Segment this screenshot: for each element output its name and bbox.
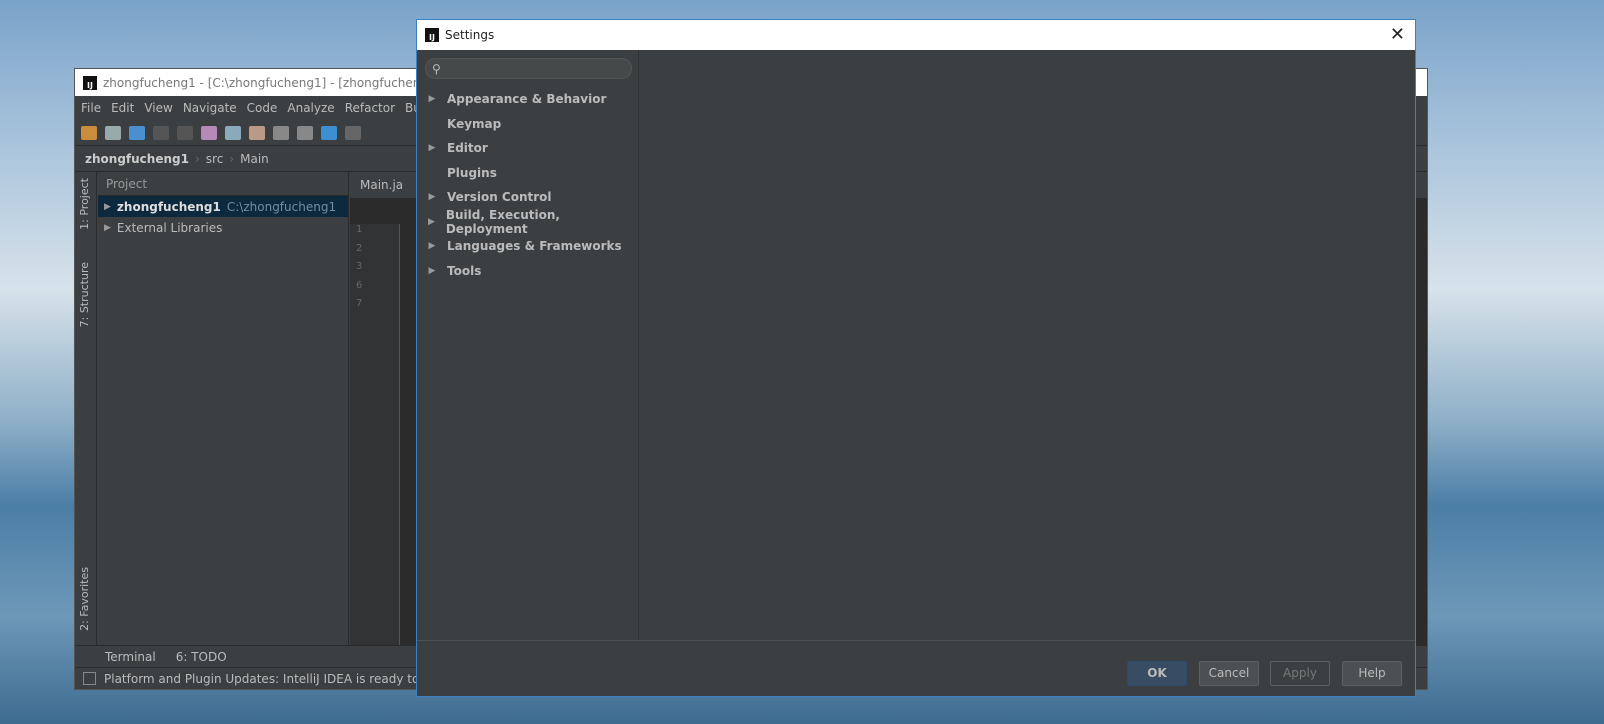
- settings-item-label: Editor: [447, 141, 488, 156]
- settings-item-label: Version Control: [447, 190, 552, 205]
- settings-item-label: Appearance & Behavior: [447, 92, 607, 107]
- tree-label: zhongfucheng1: [116, 199, 221, 214]
- intellij-logo-icon: IJ: [83, 75, 97, 90]
- settings-item-keymap[interactable]: Keymap: [417, 112, 638, 137]
- undo-icon[interactable]: [153, 125, 169, 140]
- apply-button[interactable]: Apply: [1270, 661, 1330, 686]
- tree-item-external-libraries[interactable]: ▶ External Libraries: [98, 217, 348, 238]
- expand-arrow-icon[interactable]: ▶: [417, 266, 447, 276]
- settings-item-editor[interactable]: ▶ Editor: [417, 136, 638, 161]
- settings-item-plugins[interactable]: Plugins: [417, 161, 638, 186]
- status-text[interactable]: Platform and Plugin Updates: IntelliJ ID…: [104, 672, 431, 686]
- line-number: 6: [356, 279, 363, 291]
- menu-file[interactable]: File: [81, 101, 101, 115]
- project-panel: Project ▶ zhongfucheng1 C:\zhongfucheng1 ▶…: [98, 172, 349, 645]
- menu-view[interactable]: View: [144, 101, 172, 115]
- replace-icon[interactable]: [297, 125, 313, 140]
- line-number: 1: [356, 224, 363, 235]
- settings-content: [640, 50, 1415, 640]
- tab-todo[interactable]: 6: TODO: [176, 650, 227, 664]
- menu-edit[interactable]: Edit: [111, 101, 134, 115]
- settings-dialog: IJ Settings ✕ ⚲ ▶ Appearance & Behavior Keym…: [416, 19, 1416, 697]
- paste-icon[interactable]: [249, 125, 265, 140]
- settings-search[interactable]: ⚲: [425, 58, 632, 79]
- tab-project[interactable]: 1: Project: [78, 178, 91, 230]
- sync-icon[interactable]: [129, 125, 145, 140]
- menu-analyze[interactable]: Analyze: [287, 101, 334, 115]
- left-tool-strip: 1: Project 7: Structure 2: Favorites: [75, 172, 97, 645]
- settings-item-label: Keymap: [447, 116, 502, 131]
- cut-icon[interactable]: [201, 125, 217, 140]
- expand-arrow-icon[interactable]: ▶: [417, 241, 447, 251]
- settings-sidebar: ⚲ ▶ Appearance & Behavior Keymap ▶ Editor Plu…: [417, 50, 639, 640]
- tree-path: C:\zhongfucheng1: [226, 199, 337, 214]
- tab-favorites[interactable]: 2: Favorites: [78, 567, 91, 631]
- intellij-logo-icon: IJ: [425, 28, 439, 42]
- find-icon[interactable]: [273, 125, 289, 140]
- cancel-button[interactable]: Cancel: [1199, 661, 1259, 686]
- search-input[interactable]: [444, 61, 631, 76]
- breadcrumb-project[interactable]: zhongfucheng1: [85, 152, 189, 166]
- editor-tab-main[interactable]: Main.ja: [360, 178, 403, 192]
- breadcrumb-src[interactable]: src: [206, 152, 224, 166]
- line-number: 7: [356, 298, 363, 309]
- status-toggle-icon[interactable]: [83, 672, 96, 685]
- menu-navigate[interactable]: Navigate: [183, 101, 237, 115]
- settings-item-label: Tools: [447, 263, 482, 278]
- settings-item-tools[interactable]: ▶ Tools: [417, 259, 638, 284]
- window-title: zhongfucheng1 - [C:\zhongfucheng1] - [zh…: [103, 75, 436, 90]
- tab-terminal[interactable]: Terminal: [105, 650, 156, 664]
- back-icon[interactable]: [321, 125, 337, 140]
- settings-item-label: Languages & Frameworks: [447, 239, 622, 254]
- settings-item-languages-frameworks[interactable]: ▶ Languages & Frameworks: [417, 234, 638, 259]
- save-icon[interactable]: [105, 125, 121, 140]
- settings-item-label: Build, Execution, Deployment: [445, 207, 560, 236]
- tree-label: External Libraries: [116, 220, 223, 235]
- gutter: 1 2 3 6 7: [350, 224, 400, 645]
- dialog-title: Settings: [445, 28, 495, 42]
- expand-arrow-icon[interactable]: ▶: [104, 202, 111, 212]
- project-view-selector[interactable]: Project: [106, 177, 147, 191]
- tab-structure[interactable]: 7: Structure: [78, 262, 91, 327]
- expand-arrow-icon[interactable]: ▶: [417, 217, 446, 227]
- settings-item-build-execution-deployment[interactable]: ▶ Build, Execution, Deployment: [417, 207, 638, 236]
- line-number: 3: [356, 261, 363, 272]
- redo-icon[interactable]: [177, 125, 193, 140]
- menu-code[interactable]: Code: [247, 101, 278, 115]
- ok-button[interactable]: OK: [1127, 661, 1187, 686]
- settings-item-appearance-behavior[interactable]: ▶ Appearance & Behavior: [417, 87, 638, 112]
- help-button[interactable]: Help: [1342, 661, 1402, 686]
- line-number: 2: [356, 242, 363, 254]
- menu-refactor[interactable]: Refactor: [345, 101, 395, 115]
- settings-item-version-control[interactable]: ▶ Version Control: [417, 185, 638, 210]
- copy-icon[interactable]: [225, 125, 241, 140]
- open-folder-icon[interactable]: [81, 125, 97, 140]
- close-icon[interactable]: ✕: [1390, 24, 1405, 45]
- expand-arrow-icon[interactable]: ▶: [104, 223, 111, 233]
- tree-item-project[interactable]: ▶ zhongfucheng1 C:\zhongfucheng1: [98, 196, 348, 217]
- settings-item-label: Plugins: [447, 165, 497, 180]
- breadcrumb-main[interactable]: Main: [240, 152, 269, 166]
- expand-arrow-icon[interactable]: ▶: [417, 143, 447, 153]
- dialog-footer: OK Cancel Apply Help: [417, 640, 1415, 696]
- dialog-title-bar: IJ Settings ✕: [417, 20, 1415, 50]
- expand-arrow-icon[interactable]: ▶: [417, 192, 447, 202]
- expand-arrow-icon[interactable]: ▶: [417, 94, 447, 104]
- search-icon: ⚲: [432, 61, 441, 76]
- forward-icon[interactable]: [345, 125, 361, 140]
